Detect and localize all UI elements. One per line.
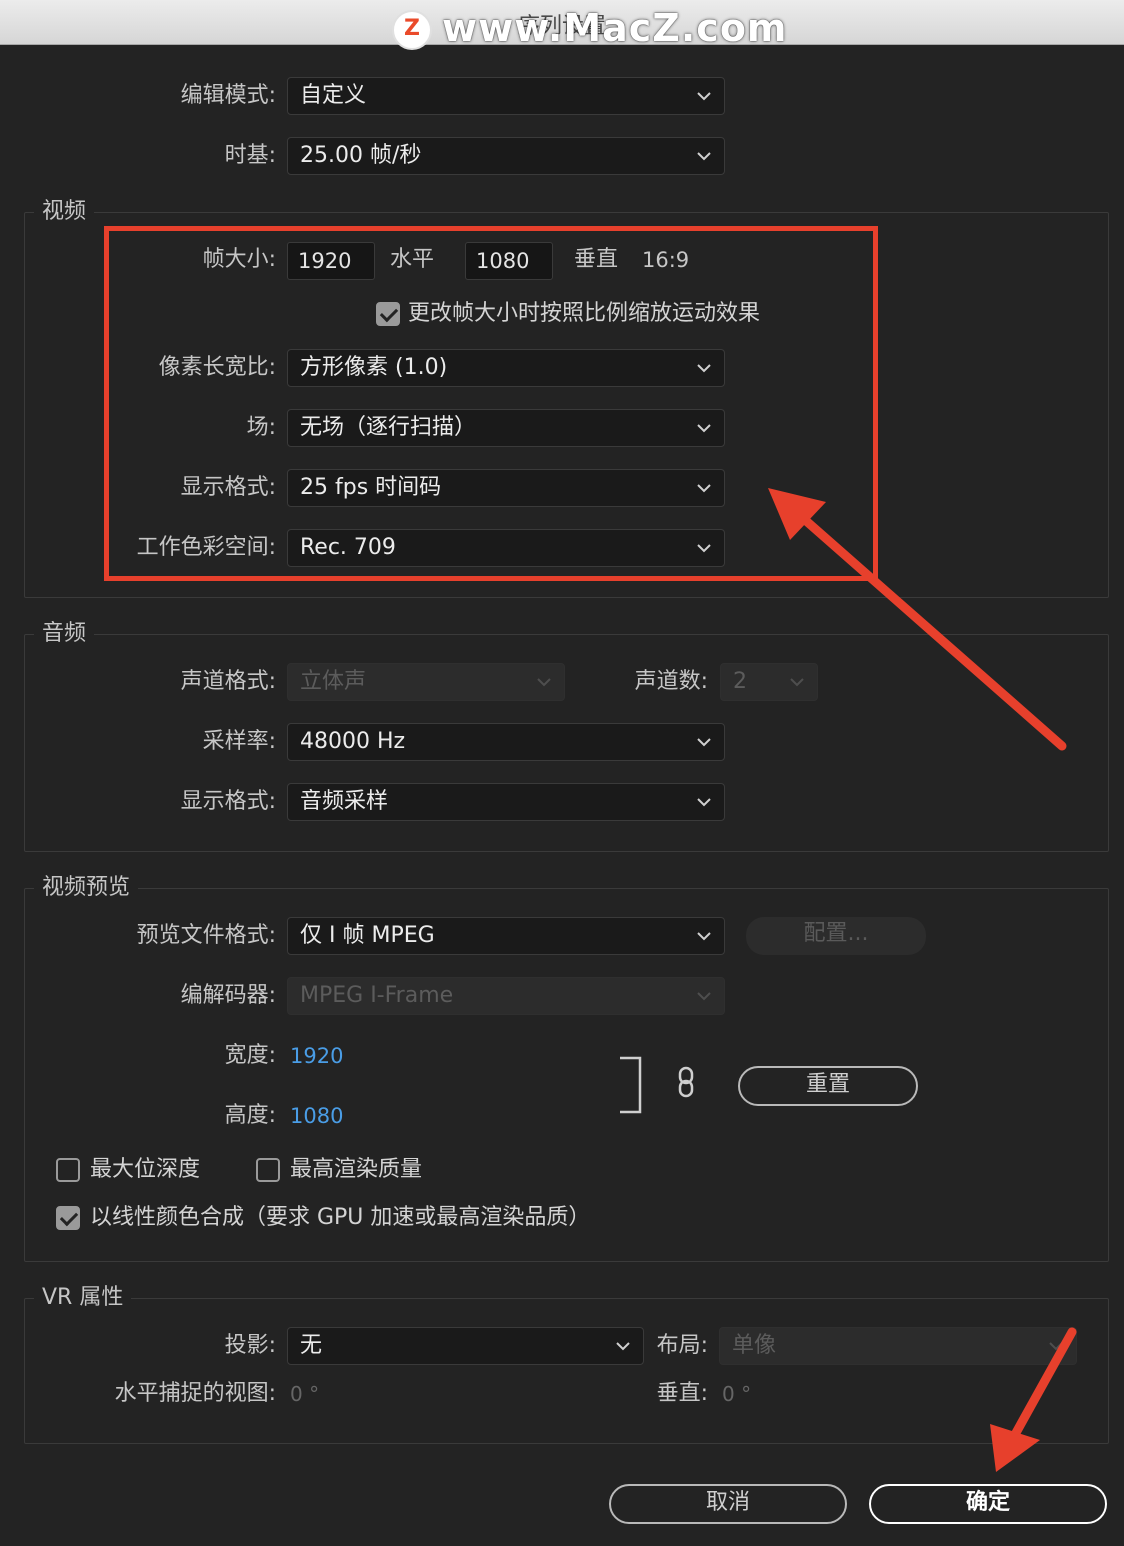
arrow-to-ok-button-icon — [990, 1327, 1077, 1472]
arrow-to-video-settings-icon — [768, 488, 1067, 751]
annotation-arrows — [768, 488, 1077, 1472]
